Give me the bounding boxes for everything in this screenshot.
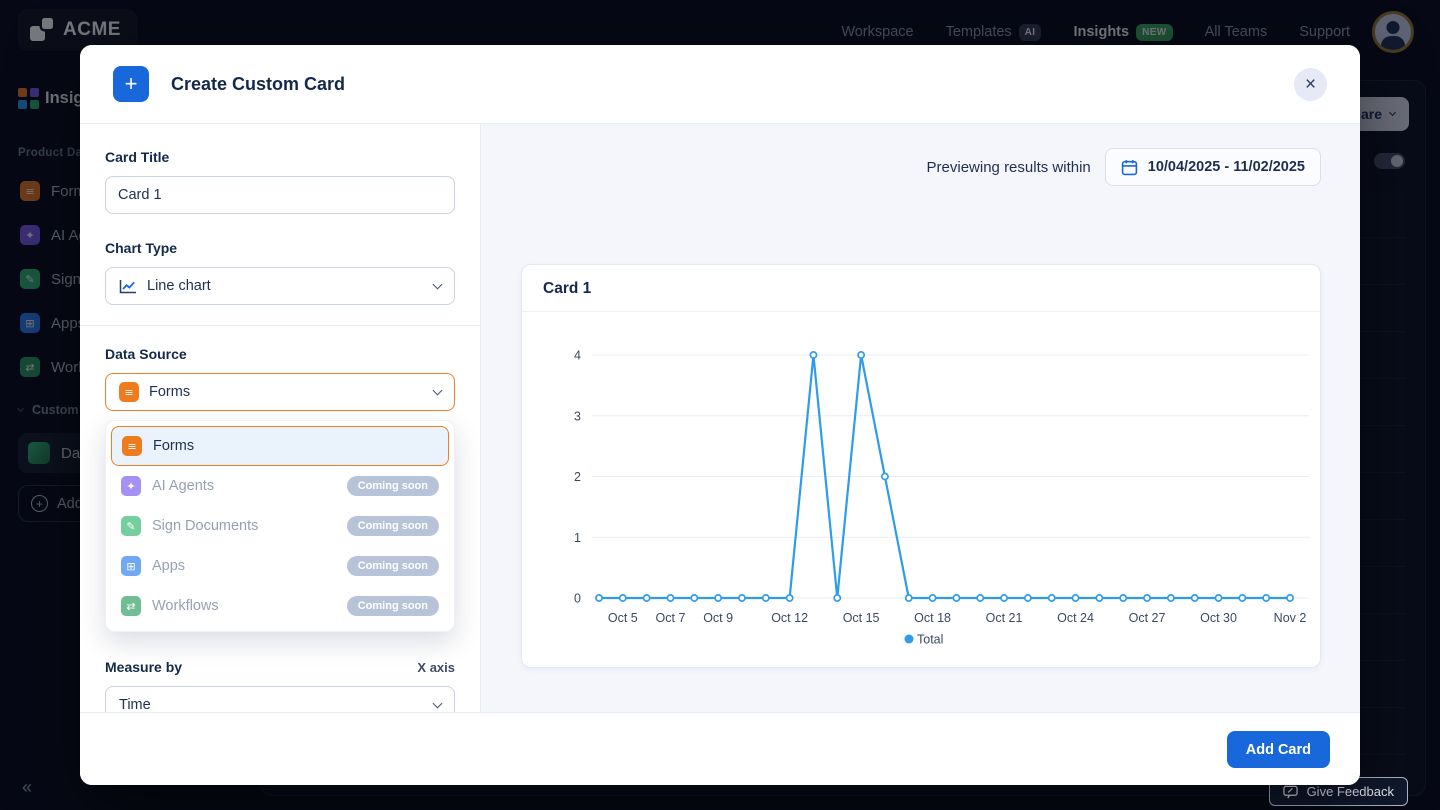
card-title-input[interactable] (105, 176, 455, 214)
svg-text:3: 3 (574, 409, 581, 423)
data-source-label: Data Source (105, 346, 455, 362)
svg-text:Oct 21: Oct 21 (986, 611, 1023, 625)
svg-text:Oct 15: Oct 15 (843, 611, 880, 625)
workflows-icon: ⇄ (121, 596, 141, 616)
coming-soon-badge: Coming soon (347, 596, 439, 616)
svg-text:2: 2 (574, 470, 581, 484)
svg-text:Oct 9: Oct 9 (703, 611, 733, 625)
sign-documents-icon: ✎ (121, 516, 141, 536)
chevron-down-icon (433, 699, 443, 709)
option-sign-documents[interactable]: ✎ Sign Documents Coming soon (111, 506, 449, 546)
preview-chart: 0 1 2 3 4 Oct 5 Oct 7 Oct 9 Oct 12 Oct 15 Oct 18 Oc… (522, 312, 1320, 664)
data-source-dropdown: ≡ Forms ✦ AI Agents Coming soon ✎ Sign D… (105, 420, 455, 632)
svg-text:Oct 27: Oct 27 (1129, 611, 1166, 625)
chevron-down-icon (433, 386, 443, 396)
data-source-select[interactable]: ≡ Forms (105, 373, 455, 411)
forms-icon: ≡ (122, 436, 142, 456)
modal-body: Card Title Chart Type Line chart Data So… (80, 124, 1360, 712)
svg-text:Oct 30: Oct 30 (1200, 611, 1237, 625)
svg-text:0: 0 (574, 592, 581, 606)
preview-card: Card 1 0 1 2 3 4 Oct 5 Oct 7 Oct 9 Oct 12 Oct 15 O… (521, 264, 1321, 668)
section-divider (80, 325, 480, 326)
option-ai-agents[interactable]: ✦ AI Agents Coming soon (111, 466, 449, 506)
option-workflows[interactable]: ⇄ Workflows Coming soon (111, 586, 449, 626)
svg-text:Total: Total (917, 633, 943, 647)
svg-text:1: 1 (574, 531, 581, 545)
apps-icon: ⊞ (121, 556, 141, 576)
coming-soon-badge: Coming soon (347, 556, 439, 576)
svg-text:Oct 7: Oct 7 (656, 611, 686, 625)
coming-soon-badge: Coming soon (347, 476, 439, 496)
measure-by-row: Measure by X axis (105, 659, 455, 675)
measure-by-select[interactable]: Time (105, 686, 455, 712)
option-apps[interactable]: ⊞ Apps Coming soon (111, 546, 449, 586)
preview-card-title: Card 1 (522, 265, 1320, 312)
svg-text:Nov 2: Nov 2 (1274, 611, 1307, 625)
svg-text:Oct 18: Oct 18 (914, 611, 951, 625)
previewing-label: Previewing results within (927, 159, 1091, 176)
card-title-label: Card Title (105, 149, 455, 165)
forms-icon: ≡ (119, 382, 139, 402)
chart-type-select[interactable]: Line chart (105, 267, 455, 305)
calendar-icon (1121, 159, 1138, 176)
add-card-button[interactable]: Add Card (1227, 731, 1330, 768)
plus-icon: + (113, 66, 149, 102)
feedback-icon (1283, 785, 1298, 799)
close-icon[interactable]: × (1294, 68, 1327, 101)
chevron-down-icon (433, 280, 443, 290)
coming-soon-badge: Coming soon (347, 516, 439, 536)
preview-panel: Previewing results within 10/04/2025 - 1… (481, 124, 1360, 712)
preview-toolbar: Previewing results within 10/04/2025 - 1… (521, 148, 1321, 186)
date-range-picker[interactable]: 10/04/2025 - 11/02/2025 (1105, 148, 1321, 186)
line-chart-icon (119, 279, 137, 294)
modal-header: + Create Custom Card × (80, 45, 1360, 124)
measure-by-label: Measure by (105, 659, 182, 675)
modal-title: Create Custom Card (171, 74, 345, 95)
ai-agents-icon: ✦ (121, 476, 141, 496)
svg-text:Oct 5: Oct 5 (608, 611, 638, 625)
svg-text:Oct 12: Oct 12 (771, 611, 808, 625)
card-config-panel: Card Title Chart Type Line chart Data So… (80, 124, 481, 712)
option-forms[interactable]: ≡ Forms (111, 426, 449, 466)
create-custom-card-modal: + Create Custom Card × Card Title Chart … (80, 45, 1360, 785)
svg-text:Oct 24: Oct 24 (1057, 611, 1094, 625)
svg-text:4: 4 (574, 349, 581, 363)
chart-type-label: Chart Type (105, 240, 455, 256)
modal-footer: Add Card (80, 712, 1360, 785)
x-axis-label: X axis (417, 660, 455, 675)
